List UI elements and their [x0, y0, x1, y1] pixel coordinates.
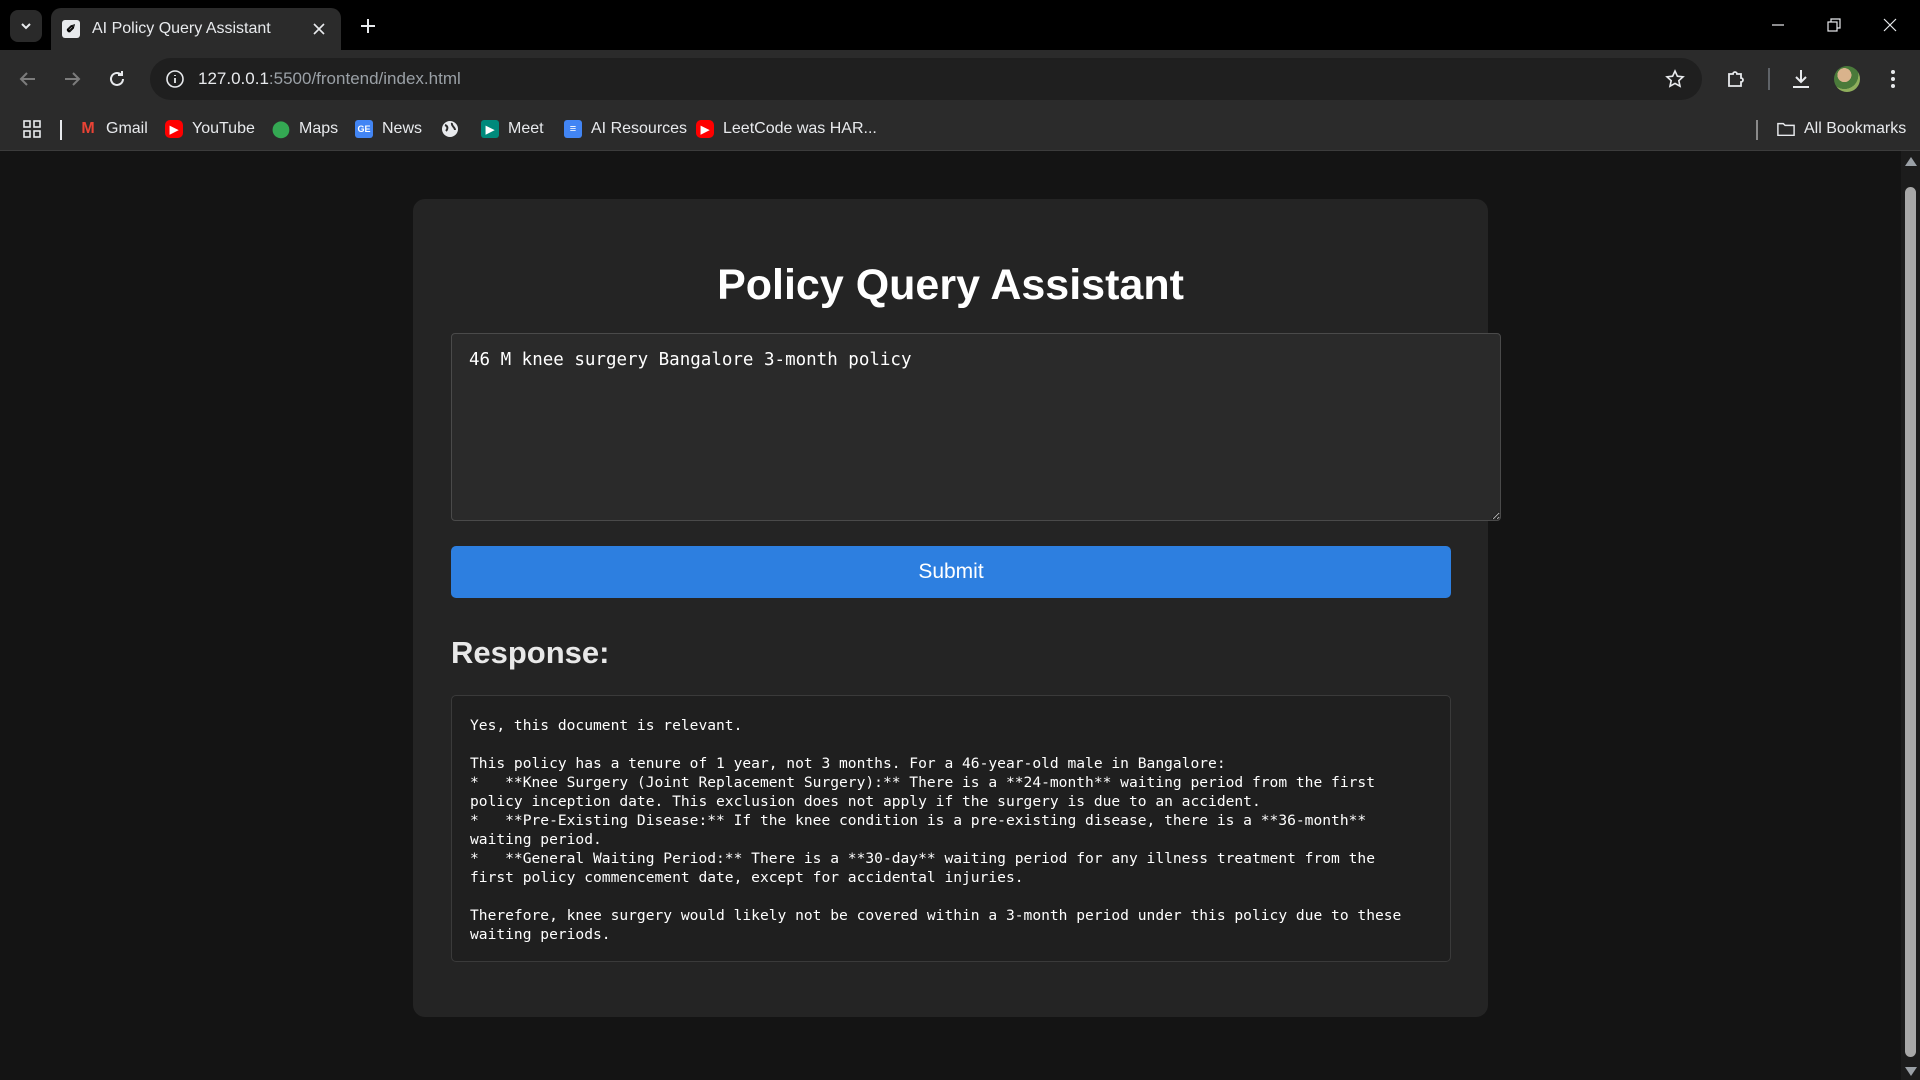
bookmark-label: News [382, 120, 423, 137]
globe-icon [441, 120, 459, 138]
bookmark-label: Maps [299, 120, 339, 137]
window-close-button[interactable] [1862, 0, 1918, 50]
all-bookmarks-label: All Bookmarks [1804, 120, 1907, 137]
address-bar[interactable]: 127.0.0.1:5500/frontend/index.html [150, 58, 1702, 100]
url-path: :5500/frontend/index.html [268, 69, 461, 88]
apps-grid-icon [23, 120, 41, 138]
restore-icon [1827, 18, 1841, 32]
forward-button[interactable] [56, 63, 88, 95]
bookmark-leetcode[interactable]: ▶ LeetCode was HAR... [696, 116, 877, 142]
bookmark-youtube[interactable]: ▶ YouTube [165, 116, 255, 142]
bookmark-label: YouTube [192, 120, 255, 137]
page-scrollbar[interactable] [1901, 151, 1920, 1080]
bookmark-maps[interactable]: ⬤ Maps [272, 116, 338, 142]
response-heading: Response: [451, 635, 610, 670]
bookmark-ai-resources[interactable]: ≡ AI Resources [564, 116, 687, 142]
query-input[interactable]: 46 M knee surgery Bangalore 3-month poli… [451, 333, 1501, 521]
bookmark-news[interactable]: GE News [355, 116, 422, 142]
scroll-up-arrow[interactable] [1905, 157, 1917, 166]
downloads-button[interactable] [1785, 63, 1817, 95]
query-card: Policy Query Assistant 46 M knee surgery… [413, 199, 1501, 1017]
new-tab-button[interactable] [352, 10, 384, 42]
scroll-down-arrow[interactable] [1905, 1067, 1917, 1076]
bookmark-label: AI Resources [591, 120, 688, 137]
apps-button[interactable] [20, 117, 44, 141]
reload-icon [110, 71, 124, 86]
url-host: 127.0.0.1 [198, 69, 269, 88]
tab-title: AI Policy Query Assistant [92, 20, 271, 37]
menu-button[interactable] [1877, 63, 1909, 95]
browser-toolbar: 127.0.0.1:5500/frontend/index.html [0, 50, 1920, 108]
puzzle-icon [1728, 71, 1744, 87]
chevron-down-icon [21, 23, 31, 30]
all-bookmarks-button[interactable]: All Bookmarks [1777, 116, 1906, 142]
url-text[interactable]: 127.0.0.1:5500/frontend/index.html [198, 69, 461, 89]
minimize-icon [1772, 24, 1784, 26]
page-title: Policy Query Assistant [717, 261, 1184, 309]
extensions-button[interactable] [1720, 63, 1752, 95]
profile-button[interactable] [1831, 63, 1863, 95]
bookmark-label: LeetCode was HAR... [723, 120, 877, 137]
bookmarks-divider [60, 120, 62, 140]
submit-button[interactable]: Submit [451, 546, 1451, 598]
restore-button[interactable] [1806, 0, 1862, 50]
browser-tab[interactable]: ✐ AI Policy Query Assistant [51, 8, 341, 50]
toolbar-divider [1768, 68, 1770, 90]
news-icon: GE [355, 120, 373, 138]
download-icon [1793, 70, 1809, 88]
tab-search-button[interactable] [10, 10, 42, 42]
folder-icon [1777, 120, 1795, 138]
tab-favicon-icon: ✐ [62, 20, 80, 38]
close-icon [1883, 18, 1897, 32]
maps-icon: ⬤ [272, 121, 290, 138]
star-icon [1665, 69, 1685, 88]
tab-close-button[interactable] [307, 17, 331, 41]
bookmark-label: Meet [508, 120, 544, 137]
bookmarks-divider [1756, 120, 1758, 140]
arrow-right-icon [65, 72, 81, 86]
bookmark-star-button[interactable] [1660, 64, 1690, 94]
reload-button[interactable] [101, 63, 133, 95]
bookmarks-bar: M Gmail ▶ YouTube ⬤ Maps GE News ▶ Meet … [0, 108, 1920, 151]
bookmark-gmail[interactable]: M Gmail [79, 116, 148, 142]
tab-strip: ✐ AI Policy Query Assistant [0, 0, 1920, 50]
info-icon [166, 70, 184, 88]
bookmark-meet[interactable]: ▶ Meet [481, 116, 544, 142]
youtube-icon: ▶ [165, 120, 183, 138]
kebab-menu-icon [1891, 70, 1895, 88]
scroll-thumb[interactable] [1905, 187, 1916, 1057]
back-button[interactable] [12, 63, 44, 95]
avatar [1834, 66, 1860, 92]
gmail-icon: M [81, 120, 95, 137]
arrow-left-icon [19, 72, 35, 86]
meet-icon: ▶ [481, 120, 499, 138]
plus-icon [361, 19, 375, 33]
bookmark-globe[interactable] [441, 116, 459, 142]
site-info-button[interactable] [160, 64, 190, 94]
document-icon: ≡ [564, 120, 582, 138]
response-output: Yes, this document is relevant. This pol… [451, 695, 1451, 962]
close-icon [313, 23, 325, 35]
bookmark-label: Gmail [106, 120, 148, 137]
youtube-icon: ▶ [696, 120, 714, 138]
minimize-button[interactable] [1750, 0, 1806, 50]
